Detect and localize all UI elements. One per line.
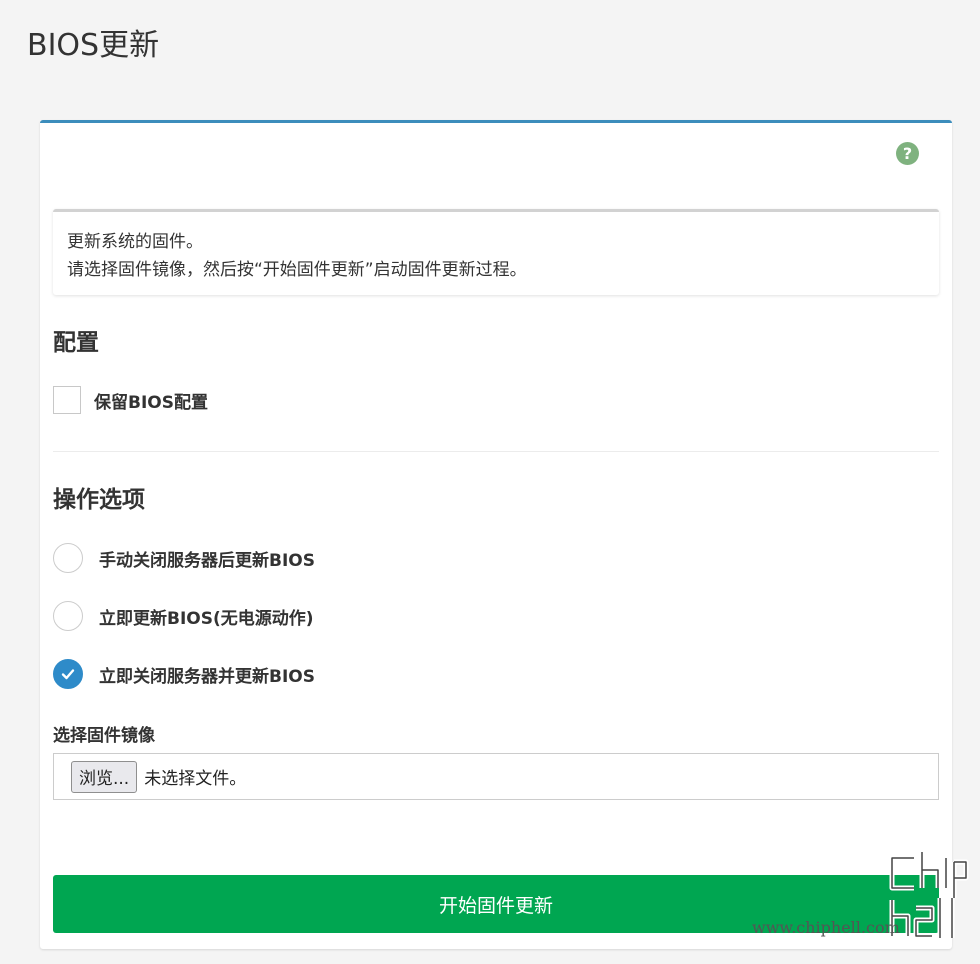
start-firmware-update-button[interactable]: 开始固件更新 bbox=[53, 875, 939, 933]
option-shutdown-and-update[interactable]: 立即关闭服务器并更新BIOS bbox=[53, 659, 315, 689]
option-label: 立即更新BIOS(无电源动作) bbox=[99, 608, 314, 629]
info-text-line-2: 请选择固件镜像，然后按“开始固件更新”启动固件更新过程。 bbox=[67, 260, 527, 280]
info-text-line-1: 更新系统的固件。 bbox=[67, 232, 203, 252]
option-update-after-shutdown[interactable]: 手动关闭服务器后更新BIOS bbox=[53, 543, 315, 573]
option-label: 手动关闭服务器后更新BIOS bbox=[99, 550, 315, 571]
keep-bios-config-label: 保留BIOS配置 bbox=[94, 392, 208, 413]
actions-section-title: 操作选项 bbox=[53, 487, 145, 513]
radio-button[interactable] bbox=[53, 543, 83, 573]
firmware-file-input[interactable]: 浏览... 未选择文件。 bbox=[53, 753, 939, 800]
option-update-now-no-power[interactable]: 立即更新BIOS(无电源动作) bbox=[53, 601, 314, 631]
browse-button[interactable]: 浏览... bbox=[71, 760, 138, 793]
firmware-image-label: 选择固件镜像 bbox=[53, 726, 155, 746]
check-icon bbox=[61, 669, 75, 680]
page-title: BIOS更新 bbox=[27, 28, 160, 63]
file-status-text: 未选择文件。 bbox=[144, 769, 247, 789]
keep-bios-config-option[interactable]: 保留BIOS配置 bbox=[53, 386, 208, 414]
keep-bios-config-checkbox[interactable] bbox=[53, 386, 81, 414]
config-section-title: 配置 bbox=[53, 330, 99, 356]
question-circle-icon[interactable]: ? bbox=[896, 142, 919, 165]
radio-button[interactable] bbox=[53, 601, 83, 631]
bios-update-card: ? 更新系统的固件。 请选择固件镜像，然后按“开始固件更新”启动固件更新过程。 … bbox=[40, 120, 952, 949]
radio-button-checked[interactable] bbox=[53, 659, 83, 689]
info-callout: 更新系统的固件。 请选择固件镜像，然后按“开始固件更新”启动固件更新过程。 bbox=[53, 209, 939, 295]
option-label: 立即关闭服务器并更新BIOS bbox=[99, 666, 315, 687]
section-divider bbox=[53, 451, 939, 452]
